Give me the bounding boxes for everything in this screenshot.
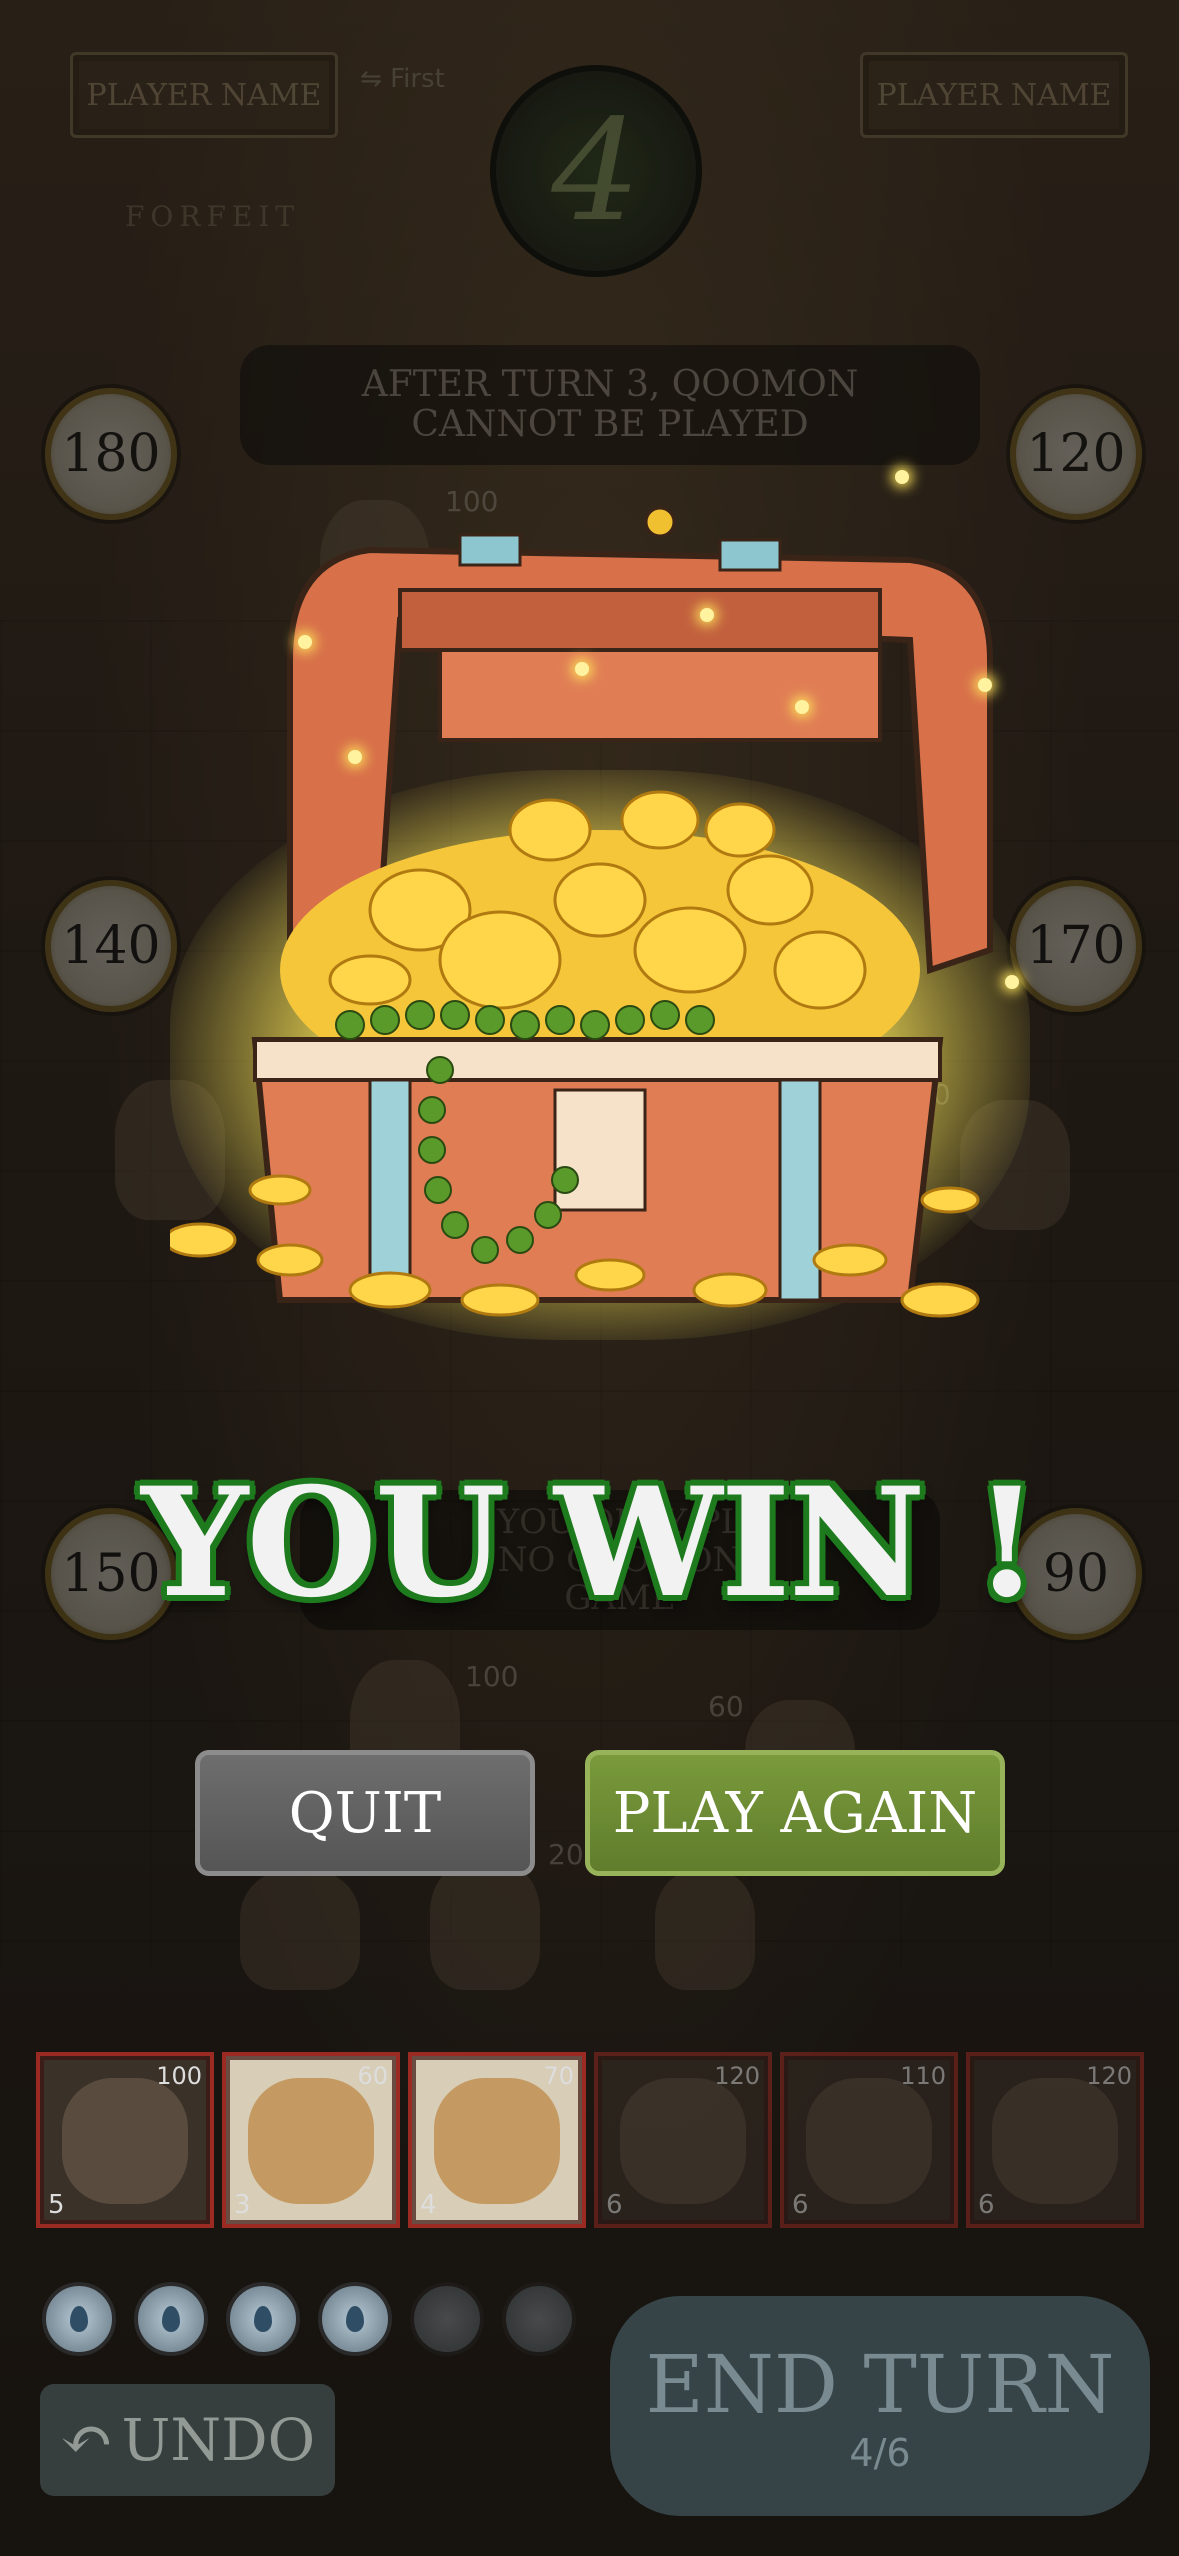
sparkle-icon <box>700 608 714 622</box>
hand-card[interactable]: 120 6 <box>594 2052 772 2228</box>
card-art <box>992 2078 1118 2204</box>
end-turn-label: END TURN <box>645 2337 1115 2431</box>
energy-orb <box>318 2282 392 2356</box>
card-cost: 5 <box>48 2190 65 2220</box>
sparkle-icon <box>298 635 312 649</box>
card-cost: 3 <box>234 2190 251 2220</box>
hand-card[interactable]: 70 4 <box>408 2052 586 2228</box>
turn-progress: 4/6 <box>849 2430 911 2475</box>
card-art <box>248 2078 374 2204</box>
sparkle-icon <box>978 678 992 692</box>
card-cost: 6 <box>792 2190 809 2220</box>
card-art <box>434 2078 560 2204</box>
energy-orb <box>134 2282 208 2356</box>
energy-orb-empty <box>410 2282 484 2356</box>
water-drop-icon <box>70 2306 88 2332</box>
card-cost: 6 <box>606 2190 623 2220</box>
card-cost: 4 <box>420 2190 437 2220</box>
hand-cards: 100 5 60 3 70 4 120 6 110 6 120 6 <box>36 2052 1146 2228</box>
energy-orb <box>226 2282 300 2356</box>
hand-card[interactable]: 110 6 <box>780 2052 958 2228</box>
sparkle-icon <box>575 662 589 676</box>
sparkle-icon <box>1005 975 1019 989</box>
water-drop-icon <box>254 2306 272 2332</box>
card-power: 120 <box>1086 2062 1132 2090</box>
sparkle-icon <box>895 470 909 484</box>
card-power: 100 <box>156 2062 202 2090</box>
water-drop-icon <box>162 2306 180 2332</box>
card-power: 60 <box>357 2062 388 2090</box>
energy-orb <box>42 2282 116 2356</box>
undo-label: UNDO <box>121 2406 316 2474</box>
water-drop-icon <box>346 2306 364 2332</box>
undo-arrow-icon: ↶ <box>59 2403 114 2477</box>
card-art <box>620 2078 746 2204</box>
energy-orb-empty <box>502 2282 576 2356</box>
card-art <box>806 2078 932 2204</box>
play-again-button[interactable]: PLAY AGAIN <box>585 1750 1005 1876</box>
you-win-title: YOU WIN ! <box>141 1455 1040 1631</box>
card-power: 120 <box>714 2062 760 2090</box>
treasure-chest-icon <box>170 506 993 1318</box>
hand-card[interactable]: 120 6 <box>966 2052 1144 2228</box>
card-cost: 6 <box>978 2190 995 2220</box>
card-power: 110 <box>900 2062 946 2090</box>
sparkle-icon <box>348 750 362 764</box>
undo-button[interactable]: ↶ UNDO <box>40 2384 335 2496</box>
quit-button[interactable]: QUIT <box>195 1750 535 1876</box>
card-power: 70 <box>543 2062 574 2090</box>
hand-card[interactable]: 60 3 <box>222 2052 400 2228</box>
card-art <box>62 2078 188 2204</box>
hand-card[interactable]: 100 5 <box>36 2052 214 2228</box>
sparkle-icon <box>795 700 809 714</box>
end-turn-button[interactable]: END TURN 4/6 <box>610 2296 1150 2516</box>
